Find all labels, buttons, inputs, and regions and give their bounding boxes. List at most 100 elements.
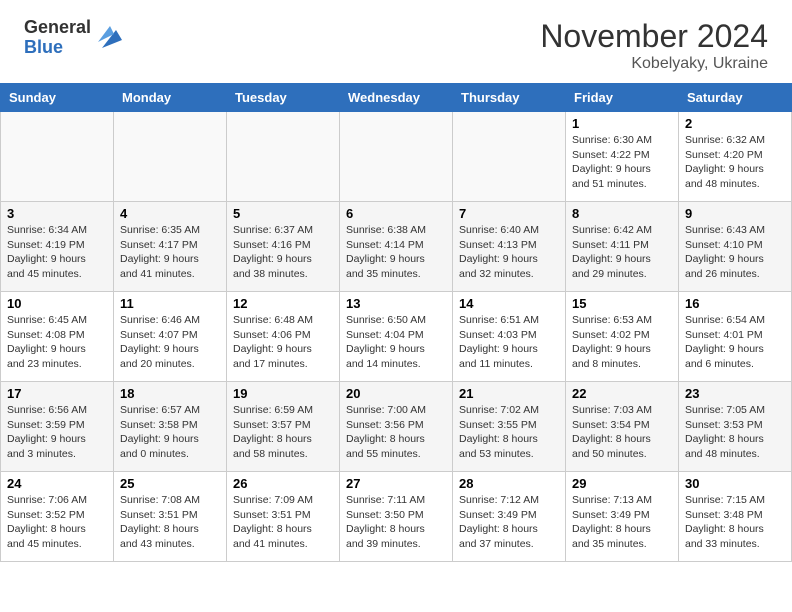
day-number: 8 xyxy=(572,206,672,221)
calendar-cell: 29Sunrise: 7:13 AM Sunset: 3:49 PM Dayli… xyxy=(566,472,679,562)
day-number: 29 xyxy=(572,476,672,491)
calendar-cell: 27Sunrise: 7:11 AM Sunset: 3:50 PM Dayli… xyxy=(340,472,453,562)
day-number: 3 xyxy=(7,206,107,221)
day-info: Sunrise: 6:50 AM Sunset: 4:04 PM Dayligh… xyxy=(346,313,446,372)
month-title: November 2024 xyxy=(540,18,768,55)
day-info: Sunrise: 6:42 AM Sunset: 4:11 PM Dayligh… xyxy=(572,223,672,282)
week-row-5: 24 Sunrise: 7:06 AM Sunset: 3:52 PM Dayli… xyxy=(1,472,792,562)
day-number: 13 xyxy=(346,296,446,311)
day-number: 4 xyxy=(120,206,220,221)
col-thursday: Thursday xyxy=(453,84,566,112)
calendar-cell xyxy=(340,112,453,202)
calendar-cell: 2 Sunrise: 6:32 AM Sunset: 4:20 PM Daylig… xyxy=(679,112,792,202)
day-info: Sunrise: 6:57 AM Sunset: 3:58 PM Dayligh… xyxy=(120,403,220,462)
day-info: Sunrise: 6:46 AM Sunset: 4:07 PM Dayligh… xyxy=(120,313,220,372)
calendar-cell: 17 Sunrise: 6:56 AM Sunset: 3:59 PM Dayli… xyxy=(1,382,114,472)
day-number: 2 xyxy=(685,116,785,131)
calendar-cell xyxy=(114,112,227,202)
day-number: 9 xyxy=(685,206,785,221)
calendar-cell: 5 Sunrise: 6:37 AM Sunset: 4:16 PM Daylig… xyxy=(227,202,340,292)
day-info: Sunrise: 7:09 AM Sunset: 3:51 PM Dayligh… xyxy=(233,493,333,552)
col-tuesday: Tuesday xyxy=(227,84,340,112)
calendar-cell: 18 Sunrise: 6:57 AM Sunset: 3:58 PM Dayli… xyxy=(114,382,227,472)
day-info: Sunrise: 6:51 AM Sunset: 4:03 PM Dayligh… xyxy=(459,313,559,372)
calendar-cell: 30 Sunrise: 7:15 AM Sunset: 3:48 PM Dayli… xyxy=(679,472,792,562)
day-number: 10 xyxy=(7,296,107,311)
col-sunday: Sunday xyxy=(1,84,114,112)
day-number: 25 xyxy=(120,476,220,491)
calendar-cell: 12Sunrise: 6:48 AM Sunset: 4:06 PM Dayli… xyxy=(227,292,340,382)
day-number: 28 xyxy=(459,476,559,491)
calendar-cell: 11 Sunrise: 6:46 AM Sunset: 4:07 PM Dayli… xyxy=(114,292,227,382)
day-number: 15 xyxy=(572,296,672,311)
day-number: 30 xyxy=(685,476,785,491)
calendar-cell: 26Sunrise: 7:09 AM Sunset: 3:51 PM Dayli… xyxy=(227,472,340,562)
day-info: Sunrise: 6:54 AM Sunset: 4:01 PM Dayligh… xyxy=(685,313,785,372)
logo-general-text: General xyxy=(24,18,91,38)
calendar-header-row: Sunday Monday Tuesday Wednesday Thursday… xyxy=(1,84,792,112)
day-info: Sunrise: 6:40 AM Sunset: 4:13 PM Dayligh… xyxy=(459,223,559,282)
page-container: General Blue November 2024 Kobelyaky, Uk… xyxy=(0,0,792,562)
day-number: 12 xyxy=(233,296,333,311)
title-section: November 2024 Kobelyaky, Ukraine xyxy=(540,18,768,73)
day-info: Sunrise: 6:45 AM Sunset: 4:08 PM Dayligh… xyxy=(7,313,107,372)
day-number: 1 xyxy=(572,116,672,131)
day-info: Sunrise: 6:37 AM Sunset: 4:16 PM Dayligh… xyxy=(233,223,333,282)
logo-blue-text: Blue xyxy=(24,38,91,58)
calendar-cell xyxy=(1,112,114,202)
page-header: General Blue November 2024 Kobelyaky, Uk… xyxy=(0,0,792,83)
calendar-cell: 24 Sunrise: 7:06 AM Sunset: 3:52 PM Dayli… xyxy=(1,472,114,562)
day-info: Sunrise: 7:02 AM Sunset: 3:55 PM Dayligh… xyxy=(459,403,559,462)
day-number: 17 xyxy=(7,386,107,401)
day-info: Sunrise: 6:30 AM Sunset: 4:22 PM Dayligh… xyxy=(572,133,672,192)
calendar-cell xyxy=(227,112,340,202)
calendar-cell: 21 Sunrise: 7:02 AM Sunset: 3:55 PM Dayli… xyxy=(453,382,566,472)
col-wednesday: Wednesday xyxy=(340,84,453,112)
calendar-cell: 16 Sunrise: 6:54 AM Sunset: 4:01 PM Dayli… xyxy=(679,292,792,382)
day-number: 21 xyxy=(459,386,559,401)
week-row-1: 1 Sunrise: 6:30 AM Sunset: 4:22 PM Daylig… xyxy=(1,112,792,202)
col-monday: Monday xyxy=(114,84,227,112)
calendar-cell: 3 Sunrise: 6:34 AM Sunset: 4:19 PM Daylig… xyxy=(1,202,114,292)
calendar-cell: 23Sunrise: 7:05 AM Sunset: 3:53 PM Dayli… xyxy=(679,382,792,472)
day-info: Sunrise: 7:06 AM Sunset: 3:52 PM Dayligh… xyxy=(7,493,107,552)
day-info: Sunrise: 7:11 AM Sunset: 3:50 PM Dayligh… xyxy=(346,493,446,552)
col-saturday: Saturday xyxy=(679,84,792,112)
calendar-cell: 6Sunrise: 6:38 AM Sunset: 4:14 PM Daylig… xyxy=(340,202,453,292)
day-info: Sunrise: 6:34 AM Sunset: 4:19 PM Dayligh… xyxy=(7,223,107,282)
day-number: 19 xyxy=(233,386,333,401)
day-info: Sunrise: 7:05 AM Sunset: 3:53 PM Dayligh… xyxy=(685,403,785,462)
week-row-4: 17 Sunrise: 6:56 AM Sunset: 3:59 PM Dayli… xyxy=(1,382,792,472)
day-info: Sunrise: 6:56 AM Sunset: 3:59 PM Dayligh… xyxy=(7,403,107,462)
day-info: Sunrise: 7:15 AM Sunset: 3:48 PM Dayligh… xyxy=(685,493,785,552)
day-info: Sunrise: 6:32 AM Sunset: 4:20 PM Dayligh… xyxy=(685,133,785,192)
calendar-table: Sunday Monday Tuesday Wednesday Thursday… xyxy=(0,83,792,562)
day-number: 20 xyxy=(346,386,446,401)
day-info: Sunrise: 6:59 AM Sunset: 3:57 PM Dayligh… xyxy=(233,403,333,462)
col-friday: Friday xyxy=(566,84,679,112)
calendar-cell: 8 Sunrise: 6:42 AM Sunset: 4:11 PM Daylig… xyxy=(566,202,679,292)
day-number: 11 xyxy=(120,296,220,311)
week-row-3: 10 Sunrise: 6:45 AM Sunset: 4:08 PM Dayli… xyxy=(1,292,792,382)
logo: General Blue xyxy=(24,18,124,58)
day-info: Sunrise: 7:00 AM Sunset: 3:56 PM Dayligh… xyxy=(346,403,446,462)
day-info: Sunrise: 7:03 AM Sunset: 3:54 PM Dayligh… xyxy=(572,403,672,462)
day-number: 22 xyxy=(572,386,672,401)
calendar-cell: 15 Sunrise: 6:53 AM Sunset: 4:02 PM Dayli… xyxy=(566,292,679,382)
day-info: Sunrise: 6:38 AM Sunset: 4:14 PM Dayligh… xyxy=(346,223,446,282)
logo-icon xyxy=(94,20,124,50)
calendar-cell: 4Sunrise: 6:35 AM Sunset: 4:17 PM Daylig… xyxy=(114,202,227,292)
day-number: 24 xyxy=(7,476,107,491)
calendar-cell: 19 Sunrise: 6:59 AM Sunset: 3:57 PM Dayli… xyxy=(227,382,340,472)
day-info: Sunrise: 7:12 AM Sunset: 3:49 PM Dayligh… xyxy=(459,493,559,552)
week-row-2: 3 Sunrise: 6:34 AM Sunset: 4:19 PM Daylig… xyxy=(1,202,792,292)
day-number: 5 xyxy=(233,206,333,221)
day-number: 16 xyxy=(685,296,785,311)
day-number: 18 xyxy=(120,386,220,401)
calendar-cell: 22 Sunrise: 7:03 AM Sunset: 3:54 PM Dayli… xyxy=(566,382,679,472)
day-info: Sunrise: 6:43 AM Sunset: 4:10 PM Dayligh… xyxy=(685,223,785,282)
calendar-cell: 7 Sunrise: 6:40 AM Sunset: 4:13 PM Daylig… xyxy=(453,202,566,292)
calendar-cell: 14Sunrise: 6:51 AM Sunset: 4:03 PM Dayli… xyxy=(453,292,566,382)
day-number: 7 xyxy=(459,206,559,221)
day-info: Sunrise: 6:53 AM Sunset: 4:02 PM Dayligh… xyxy=(572,313,672,372)
